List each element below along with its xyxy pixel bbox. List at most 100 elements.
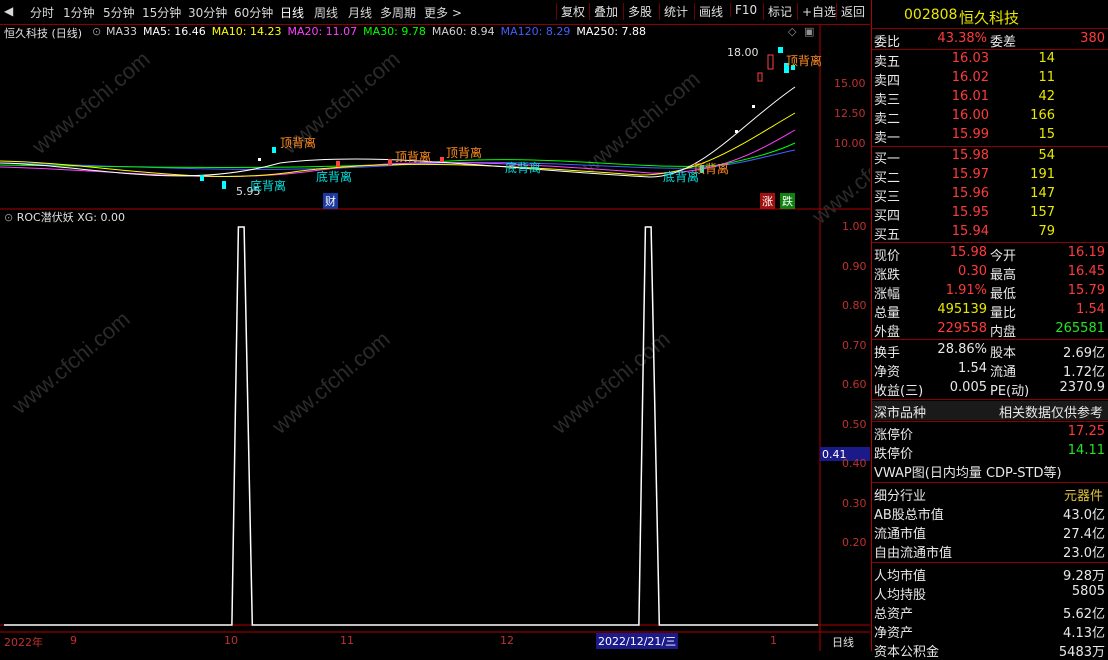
tab-fenshi[interactable]: 分时 — [30, 4, 54, 21]
stat-label: 内盘 — [990, 325, 1017, 340]
fuquan-button[interactable]: 复权 — [556, 3, 589, 20]
market-value-value: 27.4亿 — [1063, 527, 1105, 542]
order-book-row[interactable]: 卖一 15.99 15 — [872, 126, 1108, 146]
stat-label: 最低 — [990, 287, 1017, 302]
timeline-month: 1 — [770, 634, 777, 647]
chart-collapse-icon[interactable]: ▣ — [804, 25, 814, 38]
divergence-bottom-label: 底背离 — [250, 179, 287, 193]
market-value-row: AB股总市值 43.0亿 — [872, 503, 1108, 523]
chart-canvas[interactable]: www.cfchi.com www.cfchi.com www.cfchi.co… — [0, 25, 870, 651]
market-label: 深市品种 — [874, 406, 927, 421]
stat-value: 495139 — [937, 302, 987, 317]
price-axis-label: 15.00 — [834, 77, 866, 90]
market-value-row: 流通市值 27.4亿 — [872, 522, 1108, 542]
market-value-row: 自由流通市值 23.0亿 — [872, 541, 1108, 561]
overlay-button[interactable]: 叠加 — [589, 3, 622, 20]
order-volume: 15 — [1038, 127, 1055, 142]
order-book-row[interactable]: 买一 15.98 54 — [872, 147, 1108, 167]
limit-up-label: 涨停价 — [874, 428, 914, 443]
multi-stock-button[interactable]: 多股 — [623, 3, 656, 20]
market-value-value: 23.0亿 — [1063, 546, 1105, 561]
stat-value: 0.30 — [958, 264, 987, 279]
order-book-row[interactable]: 卖五 16.03 14 — [872, 50, 1108, 70]
order-level-label: 卖一 — [874, 131, 901, 146]
back-button[interactable]: 返回 — [836, 3, 869, 20]
order-volume: 191 — [1030, 167, 1055, 182]
fundamental-value: 2.69亿 — [1063, 346, 1105, 361]
tab-daily[interactable]: 日线 — [280, 4, 304, 21]
order-book-row[interactable]: 卖三 16.01 42 — [872, 88, 1108, 108]
order-book-row[interactable]: 买五 15.94 79 — [872, 223, 1108, 243]
order-book-row[interactable]: 买三 15.96 147 — [872, 185, 1108, 205]
diamond-icon[interactable]: ◇ — [788, 25, 796, 38]
stat-value: 15.79 — [1067, 283, 1105, 298]
vwap-row[interactable]: VWAP图(日内均量 CDP-STD等) — [872, 461, 1108, 481]
current-value: 0.41 — [822, 448, 847, 461]
tab-60min[interactable]: 60分钟 — [234, 4, 273, 21]
fundamental-row: 收益(三) 0.005 PE(动) 2370.9 — [872, 379, 1108, 399]
settings-icon[interactable]: ⊙ — [92, 25, 101, 38]
f10-button[interactable]: F10 — [730, 3, 761, 17]
statistics-button[interactable]: 统计 — [659, 3, 692, 20]
fundamental-label: PE(动) — [990, 384, 1030, 399]
tab-30min[interactable]: 30分钟 — [188, 4, 227, 21]
tab-5min[interactable]: 5分钟 — [103, 4, 135, 21]
price-axis-label: 12.50 — [834, 107, 866, 120]
order-volume: 14 — [1038, 51, 1055, 66]
watermark: www.cfchi.com www.cfchi.com www.cfchi.co… — [6, 46, 870, 439]
stat-row: 现价 15.98 今开 16.19 — [872, 244, 1108, 264]
stat-label: 外盘 — [874, 325, 901, 340]
ma-legend-item: MA60: 8.94 — [431, 25, 495, 38]
industry-value[interactable]: 元器件 — [1064, 485, 1103, 504]
limit-down-row: 跌停价 14.11 — [872, 442, 1108, 462]
add-watchlist-button[interactable]: +自选 — [797, 3, 840, 20]
tab-monthly[interactable]: 月线 — [348, 4, 372, 21]
order-level-label: 卖五 — [874, 55, 901, 70]
weibi-row: 委比 43.38% 委差 380 — [872, 30, 1108, 50]
financial-report-badge[interactable]: 财 — [323, 193, 338, 209]
chart-title: 恒久科技 (日线) — [4, 27, 83, 40]
industry-label: 细分行业 — [874, 489, 927, 504]
period-label[interactable]: 日线 — [832, 634, 854, 650]
mark-button[interactable]: 标记 — [763, 3, 796, 20]
order-book-row[interactable]: 买二 15.97 191 — [872, 166, 1108, 186]
market-value-row: 净资产 4.13亿 — [872, 621, 1108, 641]
price-axis-label: 10.00 — [834, 137, 866, 150]
limit-up-badge[interactable]: 涨 — [760, 193, 775, 209]
limit-up-value: 17.25 — [1067, 424, 1105, 439]
fundamental-label: 流通 — [990, 365, 1017, 380]
stat-value: 229558 — [937, 321, 987, 336]
stock-name: 恒久科技 — [959, 9, 1020, 27]
fundamental-label: 换手 — [874, 346, 901, 361]
order-volume: 166 — [1030, 108, 1055, 123]
order-level-label: 买一 — [874, 152, 901, 167]
fundamental-label: 收益(三) — [874, 384, 924, 399]
draw-line-button[interactable]: 画线 — [694, 3, 727, 20]
order-price: 15.99 — [951, 127, 989, 142]
vwap-link[interactable]: VWAP图(日内均量 CDP-STD等) — [874, 462, 1062, 481]
xg-value: 0.00 — [100, 211, 125, 224]
market-value-label: 总资产 — [874, 607, 914, 622]
order-price: 15.95 — [951, 205, 989, 220]
indicator-title[interactable]: ROC潜伏妖 — [17, 211, 74, 224]
tab-weekly[interactable]: 周线 — [314, 4, 338, 21]
market-note: 相关数据仅供参考 — [998, 406, 1103, 421]
fundamental-row: 换手 28.86% 股本 2.69亿 — [872, 341, 1108, 361]
order-book-row[interactable]: 卖四 16.02 11 — [872, 69, 1108, 89]
tab-15min[interactable]: 15分钟 — [142, 4, 181, 21]
ma-legend: MA33 MA5: 16.46 MA10: 14.23 MA20: 11.07 MA30… — [106, 25, 652, 38]
market-value-row: 总资产 5.62亿 — [872, 602, 1108, 622]
tab-more[interactable]: 更多 > — [424, 4, 462, 21]
tab-1min[interactable]: 1分钟 — [63, 4, 95, 21]
order-book-row[interactable]: 卖二 16.00 166 — [872, 107, 1108, 127]
limit-down-badge[interactable]: 跌 — [780, 193, 795, 209]
tab-multi-period[interactable]: 多周期 — [380, 4, 416, 21]
order-book-row[interactable]: 买四 15.95 157 — [872, 204, 1108, 224]
toolbar-menu-arrow[interactable]: ◀ — [4, 4, 13, 18]
stat-row: 涨幅 1.91% 最低 15.79 — [872, 282, 1108, 302]
indicator-settings-icon[interactable]: ⊙ — [4, 211, 13, 224]
indicator-axis-label: 0.20 — [842, 536, 867, 549]
order-price: 16.02 — [951, 70, 989, 85]
market-value-label: 人均持股 — [874, 588, 927, 603]
order-price: 16.03 — [951, 51, 989, 66]
